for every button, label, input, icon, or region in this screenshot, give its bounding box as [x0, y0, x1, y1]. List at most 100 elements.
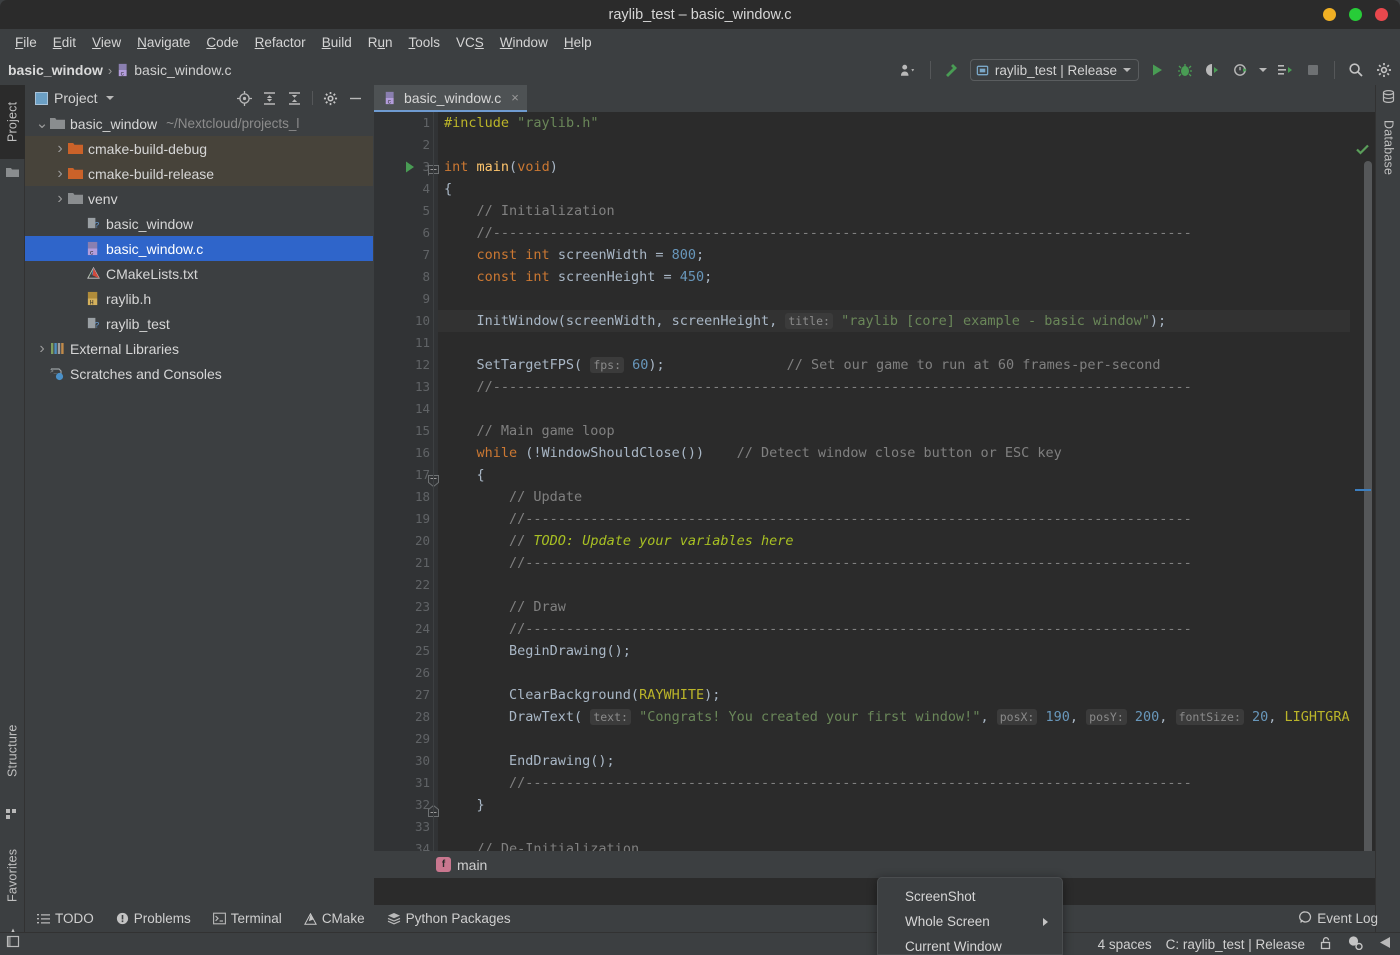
- hide-panel-icon[interactable]: [348, 91, 363, 106]
- menu-vcs[interactable]: VCS: [449, 33, 491, 52]
- tree-item-cmake-build-debug[interactable]: › cmake-build-debug: [25, 136, 373, 161]
- code-line[interactable]: // Main game loop: [438, 420, 1375, 442]
- profile-icon[interactable]: [1231, 60, 1251, 80]
- menu-code[interactable]: Code: [199, 33, 245, 52]
- run-with-coverage-icon[interactable]: [1203, 60, 1223, 80]
- editor-tab-basic-window-c[interactable]: c basic_window.c ×: [374, 85, 527, 112]
- editor-breadcrumb-function[interactable]: main: [457, 857, 487, 873]
- tree-item-basic-window[interactable]: ⌄ basic_window ~/Nextcloud/projects_l: [25, 111, 373, 136]
- code-line[interactable]: SetTargetFPS( fps: 60); // Set our game …: [438, 354, 1375, 376]
- tree-item-raylib-h[interactable]: Hraylib.h: [25, 286, 373, 311]
- code-line[interactable]: [438, 288, 1375, 310]
- sidebar-tab-database[interactable]: Database: [1376, 107, 1400, 189]
- chevron-right-icon[interactable]: ›: [53, 190, 67, 208]
- menu-edit[interactable]: Edit: [46, 33, 83, 52]
- code-line[interactable]: [438, 662, 1375, 684]
- breadcrumb-project[interactable]: basic_window: [8, 62, 103, 78]
- menu-help[interactable]: Help: [557, 33, 599, 52]
- run-icon[interactable]: [1147, 60, 1167, 80]
- indent-setting[interactable]: 4 spaces: [1098, 937, 1152, 952]
- code-line[interactable]: DrawText( text: "Congrats! You created y…: [438, 706, 1375, 728]
- code-line[interactable]: InitWindow(screenWidth, screenHeight, ti…: [438, 310, 1375, 332]
- project-chevron-down-icon[interactable]: [105, 96, 114, 100]
- tree-item-venv[interactable]: › venv: [25, 186, 373, 211]
- editor-scrollbar[interactable]: [1364, 161, 1372, 878]
- code-line[interactable]: [438, 332, 1375, 354]
- run-anything-icon[interactable]: [1275, 60, 1295, 80]
- chevron-down-icon[interactable]: ⌄: [35, 116, 49, 131]
- inspection-icon[interactable]: [1347, 935, 1363, 953]
- tool-window-python-packages[interactable]: Python Packages: [387, 911, 511, 926]
- code-line[interactable]: //--------------------------------------…: [438, 508, 1375, 530]
- popup-item-screenshot[interactable]: ScreenShot: [878, 884, 1062, 909]
- tree-item-scratches-and-consoles[interactable]: >_ Scratches and Consoles: [25, 361, 373, 386]
- maximize-button[interactable]: [1349, 8, 1362, 21]
- code-canvas[interactable]: 1 2 3 4 5 6 7 8 9 10 11 12 13 14 15 16 17 18 19 20 21 22 23 24 2…: [374, 112, 1375, 878]
- code-line[interactable]: [438, 398, 1375, 420]
- code-line[interactable]: [438, 816, 1375, 838]
- code-line[interactable]: // Initialization: [438, 200, 1375, 222]
- menu-build[interactable]: Build: [315, 33, 359, 52]
- debug-icon[interactable]: [1175, 60, 1195, 80]
- code-line[interactable]: #include "raylib.h": [438, 112, 1375, 134]
- search-everywhere-icon[interactable]: [1346, 60, 1366, 80]
- code-line[interactable]: //--------------------------------------…: [438, 772, 1375, 794]
- toolchain-status[interactable]: C: raylib_test | Release: [1166, 937, 1305, 952]
- tree-item-basic-window-c[interactable]: c basic_window.c: [25, 236, 373, 261]
- build-hammer-icon[interactable]: [942, 60, 962, 80]
- tree-item-raylib-test[interactable]: ? raylib_test: [25, 311, 373, 336]
- editor-gutter[interactable]: 1 2 3 4 5 6 7 8 9 10 11 12 13 14 15 16 17 18 19 20 21 22 23 24 2…: [374, 112, 439, 878]
- chevron-right-icon[interactable]: ›: [35, 340, 49, 358]
- tree-item-cmakelists-txt[interactable]: CMakeLists.txt: [25, 261, 373, 286]
- menu-window[interactable]: Window: [493, 33, 555, 52]
- tool-window-terminal[interactable]: Terminal: [212, 911, 282, 926]
- menu-tools[interactable]: Tools: [402, 33, 448, 52]
- tree-item-basic-window[interactable]: ? basic_window: [25, 211, 373, 236]
- code-line[interactable]: // TODO: Update your variables here: [438, 530, 1375, 552]
- ok-check-icon[interactable]: [1355, 142, 1370, 162]
- toggle-tool-windows-icon[interactable]: [6, 934, 21, 954]
- chevron-right-icon[interactable]: ›: [53, 140, 67, 158]
- menu-file[interactable]: File: [8, 33, 44, 52]
- close-icon[interactable]: ×: [511, 90, 519, 105]
- code-line[interactable]: {: [438, 464, 1375, 486]
- code-line[interactable]: // Draw: [438, 596, 1375, 618]
- code-line[interactable]: {: [438, 178, 1375, 200]
- settings-gear-icon[interactable]: [1374, 60, 1394, 80]
- tool-window-cmake[interactable]: CMake: [303, 911, 365, 926]
- code-line[interactable]: BeginDrawing();: [438, 640, 1375, 662]
- locate-icon[interactable]: [237, 90, 252, 106]
- code-line[interactable]: [438, 134, 1375, 156]
- code-line[interactable]: int main(void): [438, 156, 1375, 178]
- code-line[interactable]: //--------------------------------------…: [438, 552, 1375, 574]
- settings-gear-icon[interactable]: [323, 91, 338, 106]
- code-line[interactable]: //--------------------------------------…: [438, 618, 1375, 640]
- code-line[interactable]: }: [438, 794, 1375, 816]
- code-line[interactable]: [438, 728, 1375, 750]
- sidebar-tab-project[interactable]: Project: [0, 85, 25, 159]
- breadcrumb-file[interactable]: basic_window.c: [134, 62, 231, 78]
- menu-run[interactable]: Run: [361, 33, 400, 52]
- minimize-button[interactable]: [1323, 8, 1336, 21]
- menu-view[interactable]: View: [85, 33, 128, 52]
- profile-chevron-down-icon[interactable]: [1259, 68, 1267, 72]
- user-settings-icon[interactable]: [899, 60, 919, 80]
- expand-all-icon[interactable]: [262, 91, 277, 106]
- menu-navigate[interactable]: Navigate: [130, 33, 197, 52]
- run-gutter-icon[interactable]: [404, 160, 416, 174]
- code-line[interactable]: const int screenWidth = 800;: [438, 244, 1375, 266]
- code-line[interactable]: //--------------------------------------…: [438, 376, 1375, 398]
- popup-item-current-window[interactable]: Current Window: [878, 934, 1062, 954]
- tree-item-cmake-build-release[interactable]: › cmake-build-release: [25, 161, 373, 186]
- code-line[interactable]: EndDrawing();: [438, 750, 1375, 772]
- tool-window-problems[interactable]: Problems: [116, 911, 191, 926]
- menu-refactor[interactable]: Refactor: [248, 33, 313, 52]
- code-line[interactable]: [438, 574, 1375, 596]
- code-line[interactable]: //--------------------------------------…: [438, 222, 1375, 244]
- close-button[interactable]: [1375, 8, 1388, 21]
- sidebar-tab-structure[interactable]: Structure: [0, 705, 25, 797]
- code-line[interactable]: ClearBackground(RAYWHITE);: [438, 684, 1375, 706]
- run-configuration-selector[interactable]: raylib_test | Release: [969, 59, 1139, 81]
- chevron-right-icon[interactable]: ›: [53, 165, 67, 183]
- code-line[interactable]: while (!WindowShouldClose()) // Detect w…: [438, 442, 1375, 464]
